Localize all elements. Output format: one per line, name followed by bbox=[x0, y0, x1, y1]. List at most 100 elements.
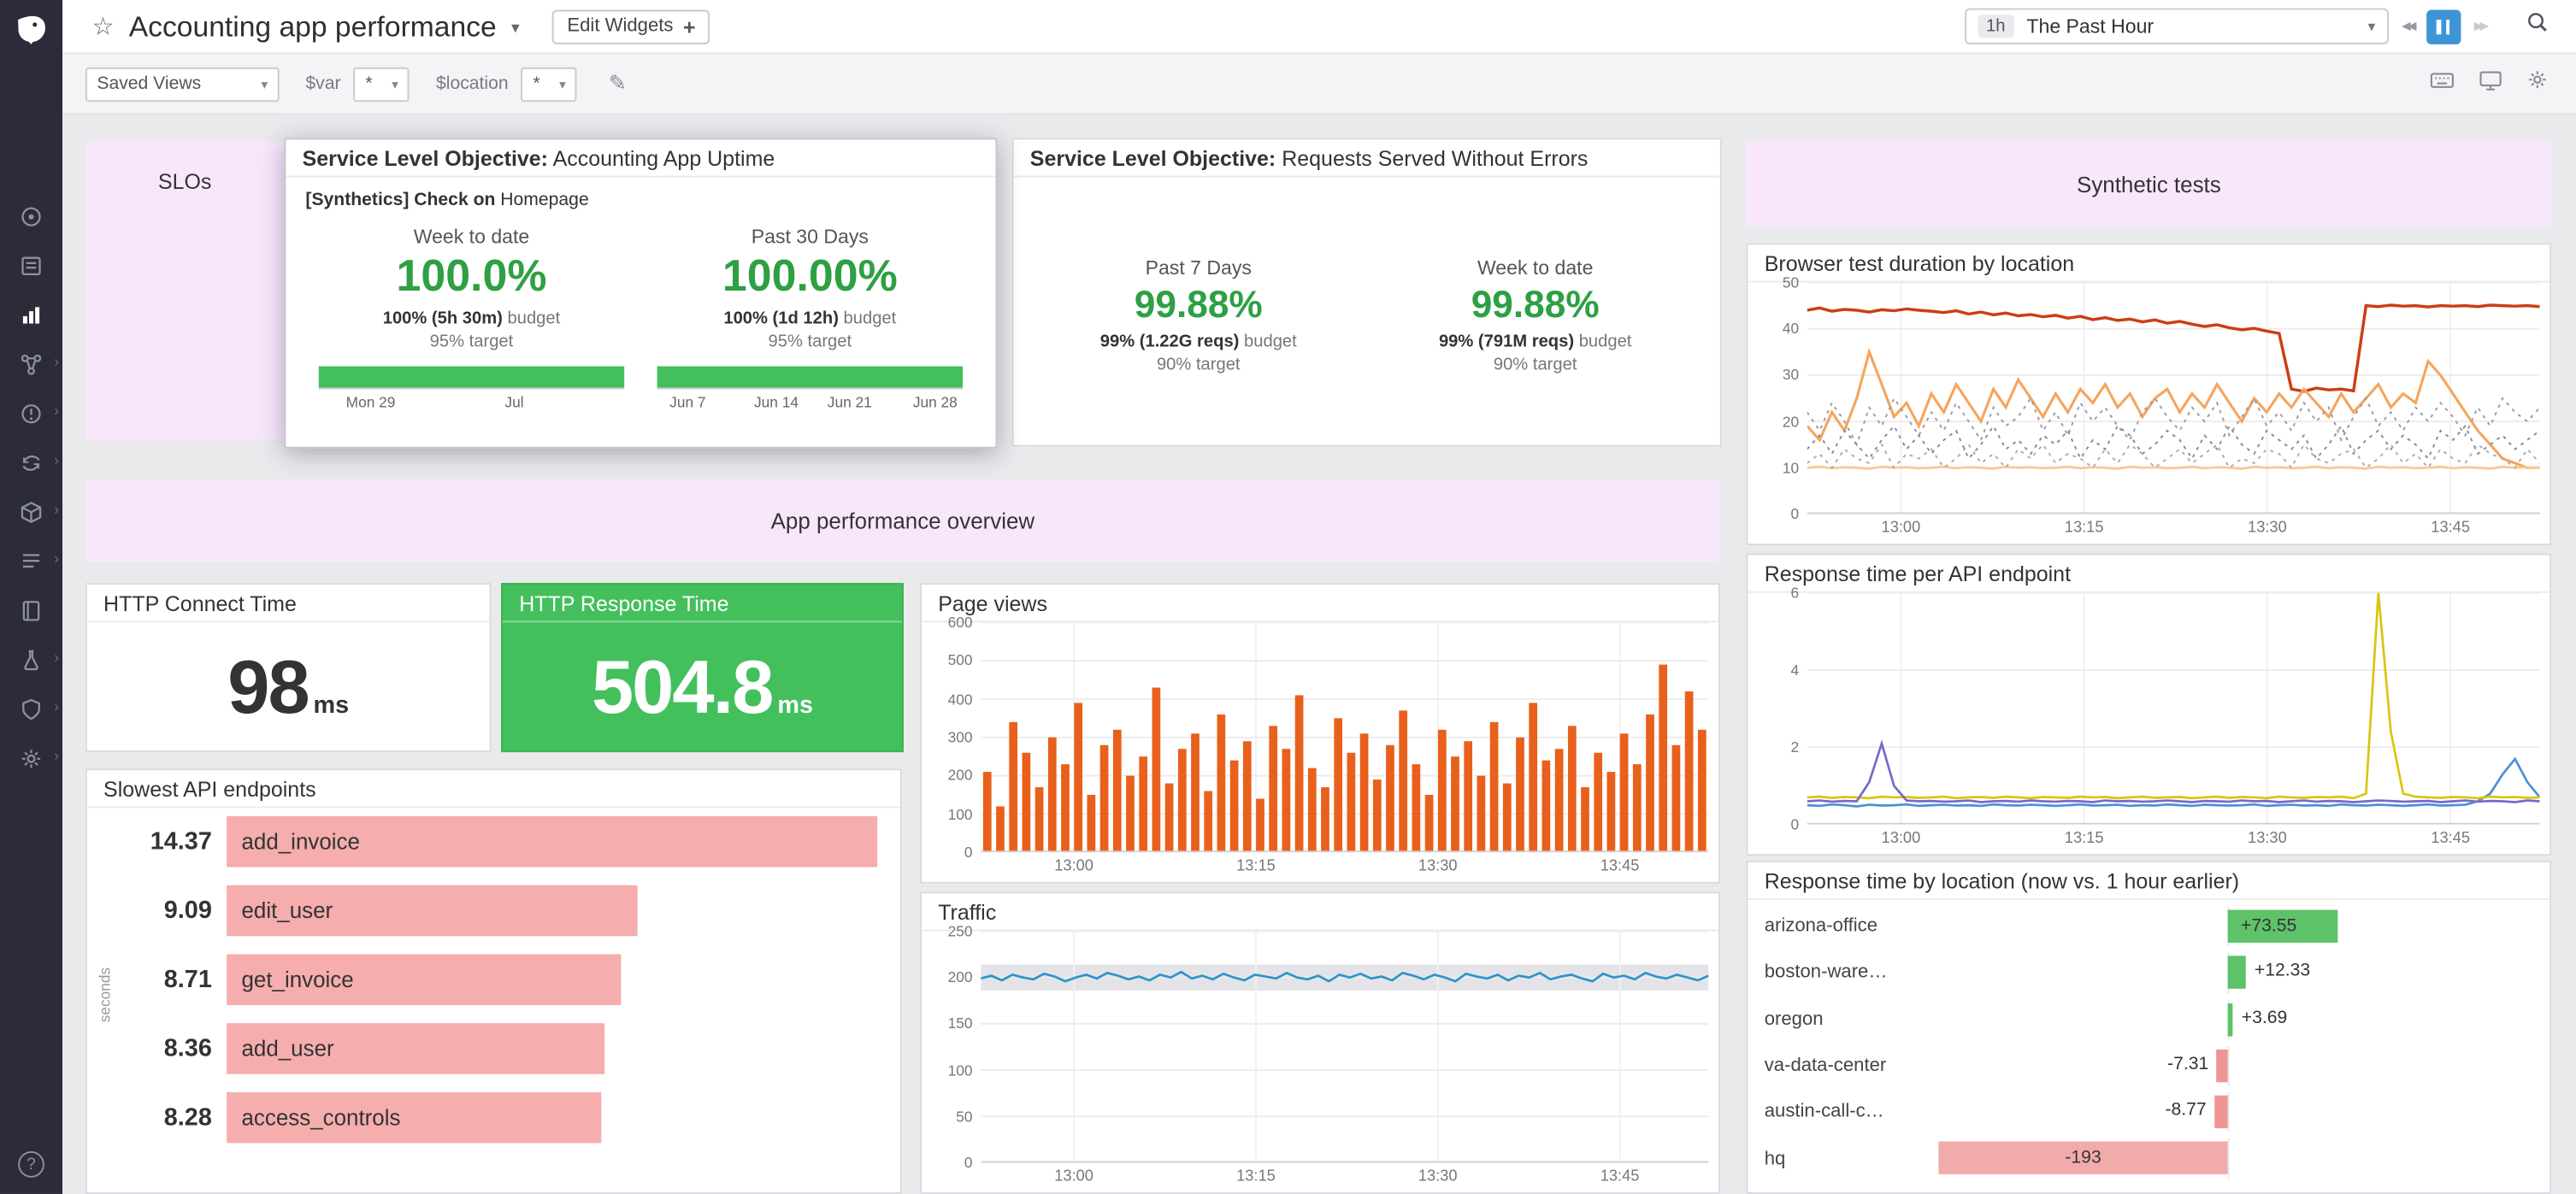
chevron-right-icon: › bbox=[54, 749, 59, 763]
chevron-down-icon[interactable]: ▾ bbox=[511, 20, 520, 38]
traffic-widget[interactable]: Traffic 050100150200250 13:0013:1513:301… bbox=[920, 891, 1720, 1194]
location-row[interactable]: va-data-center-7.31 bbox=[1765, 1043, 2537, 1089]
help-icon[interactable]: ? bbox=[18, 1151, 44, 1178]
location-row[interactable]: boston-ware…+12.33 bbox=[1765, 950, 2537, 996]
page-title: Accounting app performance bbox=[129, 9, 497, 44]
edit-widgets-button[interactable]: Edit Widgets + bbox=[552, 9, 710, 44]
sidebar-item-events[interactable] bbox=[18, 253, 44, 279]
edit-pencil-icon[interactable]: ✎ bbox=[609, 71, 627, 97]
endpoint-value: 8.28 bbox=[116, 1103, 211, 1132]
page-views-widget[interactable]: Page views 0100200300400500600 13:0013:1… bbox=[920, 583, 1720, 884]
location-label: arizona-office bbox=[1765, 916, 1929, 936]
location-row[interactable]: hq-193 bbox=[1765, 1136, 2537, 1182]
endpoint-bar[interactable]: edit_user bbox=[227, 885, 638, 937]
x-tick-label: 13:15 bbox=[1236, 1168, 1276, 1185]
location-bar[interactable] bbox=[2228, 956, 2247, 989]
slo-axis-label: Mon 29 bbox=[346, 394, 396, 410]
x-tick-label: 13:45 bbox=[2431, 829, 2470, 847]
slo-widget-errors[interactable]: Service Level Objective: Requests Served… bbox=[1012, 138, 1722, 446]
location-row[interactable]: oregon+3.69 bbox=[1765, 997, 2537, 1043]
slo-axis-label: Jun 28 bbox=[913, 394, 958, 410]
chevron-right-icon: › bbox=[54, 355, 59, 369]
template-var-select[interactable]: * ▾ bbox=[522, 67, 577, 101]
sidebar-item-notebooks[interactable] bbox=[18, 597, 44, 624]
endpoint-bar-row[interactable]: 8.71get_invoice bbox=[116, 954, 877, 1005]
y-tick-label: 50 bbox=[956, 1109, 972, 1125]
location-label: va-data-center bbox=[1765, 1056, 1929, 1076]
plot-area[interactable] bbox=[1807, 283, 2540, 515]
pause-button[interactable] bbox=[2426, 9, 2461, 44]
endpoint-bar[interactable]: access_controls bbox=[227, 1092, 601, 1144]
slo-target: 90% target bbox=[1030, 356, 1367, 375]
sidebar-item-monitors[interactable]: › bbox=[18, 401, 44, 427]
sidebar-item-infrastructure[interactable]: › bbox=[18, 351, 44, 378]
location-bar[interactable]: -193 bbox=[1938, 1142, 2227, 1174]
star-icon[interactable]: ☆ bbox=[92, 11, 115, 41]
tv-mode-icon[interactable] bbox=[2478, 67, 2504, 101]
synthetic-tests-banner[interactable]: Synthetic tests bbox=[1747, 141, 2552, 226]
forward-button[interactable]: ▸▸ bbox=[2474, 17, 2486, 35]
rewind-button[interactable]: ◂◂ bbox=[2402, 17, 2414, 35]
timeseries-chart[interactable]: 0100200300400500600 13:0013:1513:3013:45 bbox=[928, 622, 1709, 879]
location-bar[interactable] bbox=[2228, 1003, 2233, 1035]
app-performance-banner[interactable]: App performance overview bbox=[85, 481, 1720, 562]
timeseries-chart[interactable]: 050100150200250 13:0013:1513:3013:45 bbox=[928, 932, 1709, 1190]
template-var-select[interactable]: * ▾ bbox=[354, 67, 410, 101]
slo-period-label: Week to date bbox=[1367, 256, 1704, 279]
sidebar-item-apm[interactable]: › bbox=[18, 450, 44, 477]
plot-area[interactable] bbox=[981, 932, 1708, 1163]
browser-test-duration-widget[interactable]: Browser test duration by location 010203… bbox=[1747, 243, 2552, 545]
x-tick-label: 13:15 bbox=[2065, 829, 2104, 847]
time-range-picker[interactable]: 1h The Past Hour ▾ bbox=[1965, 9, 2389, 44]
gear-icon[interactable] bbox=[2525, 68, 2549, 100]
slowest-api-endpoints-widget[interactable]: Slowest API endpoints seconds 14.37add_i… bbox=[85, 768, 902, 1194]
x-tick-label: 13:15 bbox=[1236, 857, 1276, 875]
slos-group-header[interactable]: SLOs bbox=[85, 141, 285, 440]
y-tick-label: 100 bbox=[948, 1062, 973, 1078]
sidebar-item-settings[interactable]: › bbox=[18, 745, 44, 772]
endpoint-bar-row[interactable]: 9.09edit_user bbox=[116, 885, 877, 937]
response-time-by-location-widget[interactable]: Response time by location (now vs. 1 hou… bbox=[1747, 861, 2552, 1194]
slos-group-title: SLOs bbox=[158, 169, 211, 194]
endpoint-bar-row[interactable]: 8.36add_user bbox=[116, 1023, 877, 1074]
location-bar[interactable] bbox=[2214, 1096, 2227, 1128]
zoom-search-icon[interactable] bbox=[2525, 10, 2549, 43]
timeseries-chart[interactable]: 01020304050 13:0013:1513:3013:45 bbox=[1754, 283, 2540, 541]
location-row[interactable]: austin-call-c…-8.77 bbox=[1765, 1089, 2537, 1135]
plot-area[interactable] bbox=[981, 622, 1708, 852]
x-tick-label: 13:30 bbox=[1418, 1168, 1458, 1185]
response-time-per-api-endpoint-widget[interactable]: Response time per API endpoint 0246 13:0… bbox=[1747, 554, 2552, 856]
y-axis: 01020304050 bbox=[1754, 283, 1807, 515]
location-bar[interactable] bbox=[2217, 1050, 2228, 1082]
sidebar-item-security[interactable]: › bbox=[18, 697, 44, 723]
metric-unit: ms bbox=[314, 691, 350, 720]
sidebar-item-synthetics[interactable]: › bbox=[18, 647, 44, 673]
location-bar[interactable]: +73.55 bbox=[2228, 910, 2338, 943]
diverging-bar-chart[interactable]: arizona-office +73.55 boston-ware…+12.33or… bbox=[1765, 903, 2537, 1186]
sidebar-item-dashboards[interactable] bbox=[18, 303, 44, 329]
endpoint-bar-row[interactable]: 14.37add_invoice bbox=[116, 816, 877, 868]
chevron-right-icon: › bbox=[54, 650, 59, 665]
slo-header-label: Service Level Objective: bbox=[303, 146, 548, 171]
keyboard-shortcuts-icon[interactable] bbox=[2428, 67, 2456, 101]
timeseries-chart[interactable]: 0246 13:0013:1513:3013:45 bbox=[1754, 593, 2540, 851]
slo-period-label: Past 30 Days bbox=[640, 225, 979, 248]
endpoint-bar-row[interactable]: 8.28 access_controls bbox=[116, 1092, 877, 1144]
http-response-time-widget[interactable]: HTTP Response Time 504.8 ms bbox=[501, 583, 904, 752]
y-tick-label: 300 bbox=[948, 729, 973, 745]
hbar-chart[interactable]: seconds 14.37add_invoice9.09edit_user8.7… bbox=[97, 808, 877, 1182]
endpoint-bar[interactable]: get_invoice bbox=[227, 954, 621, 1005]
endpoint-bar[interactable]: add_invoice bbox=[227, 816, 877, 868]
endpoint-bar[interactable]: add_user bbox=[227, 1023, 605, 1074]
location-row[interactable]: arizona-office +73.55 bbox=[1765, 903, 2537, 950]
slo-widget-uptime[interactable]: Service Level Objective: Accounting App … bbox=[284, 138, 997, 448]
template-var-value: * bbox=[365, 74, 372, 93]
template-var-name: $var bbox=[305, 74, 340, 93]
sidebar-item-containers[interactable]: › bbox=[18, 499, 44, 526]
datadog-logo[interactable] bbox=[11, 10, 50, 50]
sidebar-item-watchdog[interactable] bbox=[18, 203, 44, 230]
plot-area[interactable] bbox=[1807, 593, 2540, 825]
sidebar-item-logs[interactable]: › bbox=[18, 549, 44, 575]
http-connect-time-widget[interactable]: HTTP Connect Time 98 ms bbox=[85, 583, 492, 752]
saved-views-select[interactable]: Saved Views ▾ bbox=[85, 67, 280, 101]
